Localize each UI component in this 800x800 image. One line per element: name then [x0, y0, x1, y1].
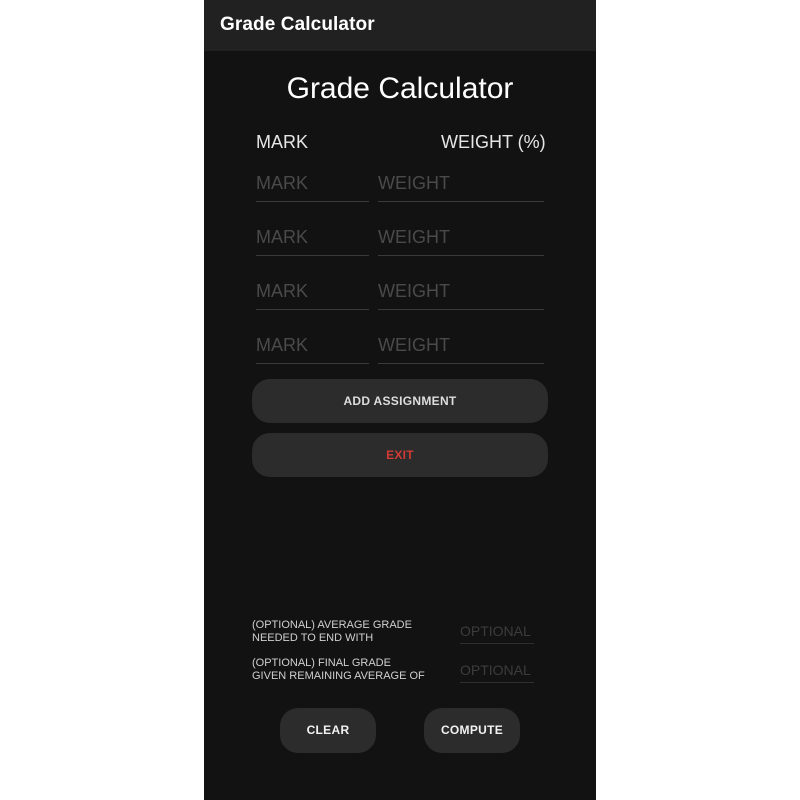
- app-screen: Grade Calculator Grade Calculator MARK W…: [204, 0, 596, 800]
- weight-input-2[interactable]: WEIGHT: [378, 224, 544, 256]
- final-grade-label-line-2: GIVEN REMAINING AVERAGE OF: [252, 670, 425, 682]
- app-bar-title: Grade Calculator: [220, 14, 375, 35]
- mark-column-header: MARK: [256, 132, 309, 152]
- weight-input-4[interactable]: WEIGHT: [378, 332, 544, 364]
- exit-button[interactable]: EXIT: [252, 433, 548, 477]
- weight-input-3[interactable]: WEIGHT: [378, 278, 544, 310]
- final-grade-label: (OPTIONAL) FINAL GRADE GIVEN REMAINING A…: [252, 657, 442, 683]
- final-grade-input[interactable]: OPTIONAL: [460, 660, 534, 683]
- page-title: Grade Calculator: [286, 72, 514, 105]
- weight-input-1[interactable]: WEIGHT: [378, 170, 544, 202]
- average-grade-label-line-1: (OPTIONAL) AVERAGE GRADE: [252, 619, 412, 631]
- average-grade-label-line-2: NEEDED TO END WITH: [252, 632, 374, 644]
- final-grade-label-line-1: (OPTIONAL) FINAL GRADE: [252, 657, 391, 669]
- compute-button[interactable]: COMPUTE: [424, 708, 520, 753]
- app-bar: Grade Calculator: [204, 0, 596, 51]
- mark-input-2[interactable]: MARK: [256, 224, 369, 256]
- weight-column-header: WEIGHT (%): [441, 132, 546, 152]
- mark-input-4[interactable]: MARK: [256, 332, 369, 364]
- average-grade-input[interactable]: OPTIONAL: [460, 621, 534, 644]
- clear-button[interactable]: CLEAR: [280, 708, 376, 753]
- mark-input-3[interactable]: MARK: [256, 278, 369, 310]
- average-grade-label: (OPTIONAL) AVERAGE GRADE NEEDED TO END W…: [252, 619, 442, 645]
- mark-input-1[interactable]: MARK: [256, 170, 369, 202]
- add-assignment-button[interactable]: ADD ASSIGNMENT: [252, 379, 548, 423]
